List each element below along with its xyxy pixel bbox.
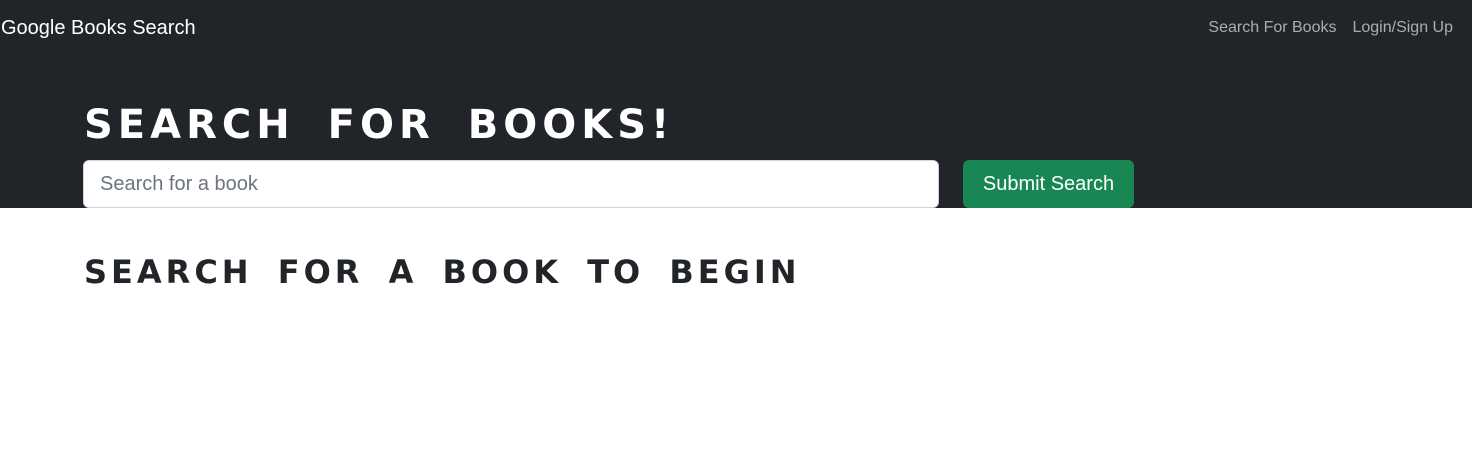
nav-links: Search For Books Login/Sign Up [1208,18,1453,38]
search-input[interactable] [83,160,939,208]
top-navbar: Google Books Search Search For Books Log… [0,0,1472,56]
nav-link-search-for-books[interactable]: Search For Books [1208,18,1336,38]
submit-search-button[interactable]: Submit Search [963,160,1134,208]
results-empty-message: SEARCH FOR A BOOK TO BEGIN [84,253,801,291]
search-hero: SEARCH FOR BOOKS! Submit Search [0,56,1472,208]
page-title: SEARCH FOR BOOKS! [84,102,675,148]
nav-link-login-signup[interactable]: Login/Sign Up [1352,18,1453,38]
brand-link[interactable]: Google Books Search [1,16,196,40]
